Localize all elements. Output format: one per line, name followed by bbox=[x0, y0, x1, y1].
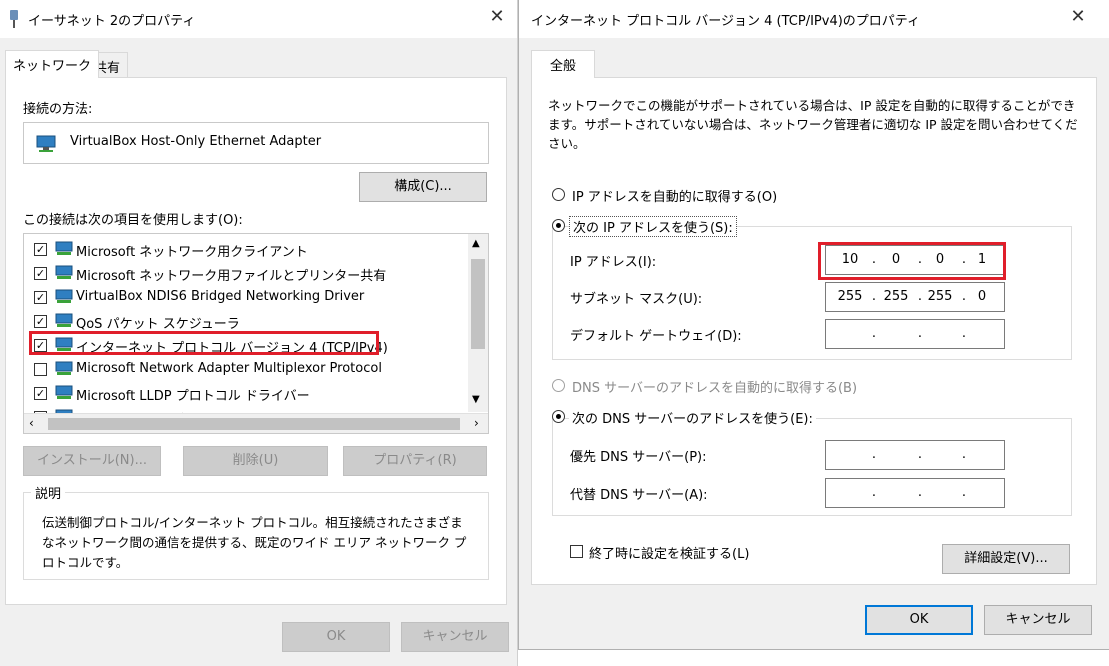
network-cable-icon bbox=[8, 10, 20, 28]
list-item-label: QoS パケット スケジューラ bbox=[76, 317, 240, 332]
auto-ip-label[interactable]: IP アドレスを自動的に取得する(O) bbox=[572, 186, 777, 205]
subnet-label: サブネット マスク(U): bbox=[570, 292, 703, 307]
subnet-octet-1: 255 bbox=[837, 289, 863, 304]
network-component-icon bbox=[54, 361, 74, 377]
ipv4-properties-dialog: インターネット プロトコル バージョン 4 (TCP/IPv4)のプロパティ ✕… bbox=[518, 0, 1109, 650]
install-button[interactable]: インストール(N)... bbox=[23, 446, 161, 476]
item-checkbox[interactable]: ✓ bbox=[34, 315, 47, 328]
item-checkbox[interactable] bbox=[34, 363, 47, 376]
list-item-label: Microsoft ネットワーク用クライアント bbox=[76, 245, 308, 260]
subnet-octet-4: 0 bbox=[977, 289, 987, 304]
auto-dns-radio[interactable] bbox=[552, 379, 565, 392]
ip-address-highlight-box bbox=[818, 242, 1006, 280]
ipv4-cancel-button[interactable]: キャンセル bbox=[984, 605, 1092, 635]
tab-network[interactable]: ネットワーク bbox=[5, 50, 100, 78]
auto-ip-radio[interactable] bbox=[552, 188, 565, 201]
preferred-dns-label: 優先 DNS サーバー(P): bbox=[570, 450, 707, 465]
ip-dot: . bbox=[871, 289, 877, 304]
list-item[interactable]: ✓ Microsoft ネットワーク用クライアント bbox=[30, 238, 464, 262]
ip-address-label: IP アドレス(I): bbox=[570, 255, 657, 270]
network-adapter-icon bbox=[36, 135, 56, 157]
scroll-right-icon[interactable]: › bbox=[474, 416, 479, 430]
preferred-dns-input[interactable]: . . . bbox=[825, 440, 1005, 470]
connect-using-label: 接続の方法: bbox=[23, 102, 93, 117]
item-checkbox[interactable]: ✓ bbox=[34, 291, 47, 304]
manual-dns-label[interactable]: 次の DNS サーバーのアドレスを使う(E): bbox=[569, 408, 816, 427]
ipv4-ok-button[interactable]: OK bbox=[865, 605, 973, 635]
description-text: 伝送制御プロトコル/インターネット プロトコル。相互接続されたさまざまなネットワ… bbox=[42, 515, 467, 570]
subnet-octet-3: 255 bbox=[927, 289, 953, 304]
list-item-label: Microsoft Network Adapter Multiplexor Pr… bbox=[76, 361, 382, 376]
configure-button[interactable]: 構成(C)... bbox=[359, 172, 487, 202]
manual-dns-radio[interactable] bbox=[552, 410, 565, 423]
ip-dot: . bbox=[917, 289, 923, 304]
horizontal-scrollbar[interactable]: ‹ › bbox=[24, 413, 488, 433]
left-cancel-button[interactable]: キャンセル bbox=[401, 622, 509, 652]
ip-dot: . bbox=[961, 326, 967, 341]
tab-panel: 接続の方法: VirtualBox Host-Only Ethernet Ada… bbox=[5, 77, 507, 605]
alternate-dns-input[interactable]: . . . bbox=[825, 478, 1005, 508]
validate-label[interactable]: 終了時に設定を検証する(L) bbox=[589, 543, 749, 562]
subnet-octet-2: 255 bbox=[883, 289, 909, 304]
adapter-box: VirtualBox Host-Only Ethernet Adapter bbox=[23, 122, 489, 164]
scroll-down-icon[interactable]: ▼ bbox=[472, 394, 480, 405]
tab-general[interactable]: 全般 bbox=[531, 50, 595, 78]
validate-checkbox[interactable] bbox=[570, 545, 583, 558]
scroll-left-icon[interactable]: ‹ bbox=[29, 416, 34, 430]
description-group: 伝送制御プロトコル/インターネット プロトコル。相互接続されたさまざまなネットワ… bbox=[23, 492, 489, 580]
scrollbar-thumb[interactable] bbox=[471, 259, 485, 349]
adapter-name: VirtualBox Host-Only Ethernet Adapter bbox=[70, 134, 322, 149]
vertical-scrollbar[interactable]: ▲ ▼ bbox=[468, 234, 488, 412]
general-tab-panel: ネットワークでこの機能がサポートされている場合は、IP 設定を自動的に取得するこ… bbox=[531, 77, 1097, 585]
item-checkbox[interactable]: ✓ bbox=[34, 267, 47, 280]
ip-dot: . bbox=[917, 447, 923, 462]
ipv4-title-bar: インターネット プロトコル バージョン 4 (TCP/IPv4)のプロパティ ✕ bbox=[519, 0, 1109, 38]
ip-dot: . bbox=[871, 485, 877, 500]
network-component-icon bbox=[54, 289, 74, 305]
items-label: この接続は次の項目を使用します(O): bbox=[23, 213, 243, 228]
list-item[interactable]: ✓ VirtualBox NDIS6 Bridged Networking Dri… bbox=[30, 286, 464, 310]
ipv4-dialog-title: インターネット プロトコル バージョン 4 (TCP/IPv4)のプロパティ bbox=[531, 14, 921, 29]
advanced-button[interactable]: 詳細設定(V)... bbox=[942, 544, 1070, 574]
item-checkbox[interactable]: ✓ bbox=[34, 243, 47, 256]
ipv4-highlight-box bbox=[29, 331, 379, 355]
list-item[interactable]: ✓ Microsoft ネットワーク用ファイルとプリンター共有 bbox=[30, 262, 464, 286]
intro-text: ネットワークでこの機能がサポートされている場合は、IP 設定を自動的に取得するこ… bbox=[548, 98, 1078, 151]
scroll-up-icon[interactable]: ▲ bbox=[472, 238, 480, 249]
properties-button[interactable]: プロパティ(R) bbox=[343, 446, 487, 476]
close-icon[interactable]: ✕ bbox=[485, 6, 509, 27]
ip-dot: . bbox=[961, 289, 967, 304]
ipv4-close-icon[interactable]: ✕ bbox=[1066, 6, 1090, 27]
list-item-label: Microsoft LLDP プロトコル ドライバー bbox=[76, 389, 310, 404]
left-ok-button[interactable]: OK bbox=[282, 622, 390, 652]
auto-dns-label[interactable]: DNS サーバーのアドレスを自動的に取得する(B) bbox=[572, 377, 857, 396]
gateway-label: デフォルト ゲートウェイ(D): bbox=[570, 329, 742, 344]
network-component-icon bbox=[54, 241, 74, 257]
network-component-icon bbox=[54, 265, 74, 281]
alternate-dns-label: 代替 DNS サーバー(A): bbox=[570, 488, 708, 503]
ip-dot: . bbox=[871, 326, 877, 341]
subnet-input[interactable]: 255 . 255 . 255 . 0 bbox=[825, 282, 1005, 312]
list-item-label: VirtualBox NDIS6 Bridged Networking Driv… bbox=[76, 289, 365, 304]
uninstall-button[interactable]: 削除(U) bbox=[183, 446, 328, 476]
list-item-label: Microsoft ネットワーク用ファイルとプリンター共有 bbox=[76, 269, 387, 284]
manual-ip-label[interactable]: 次の IP アドレスを使う(S): bbox=[569, 216, 737, 237]
dialog-title: イーサネット 2のプロパティ bbox=[28, 14, 196, 29]
ethernet-properties-dialog: イーサネット 2のプロパティ ✕ ネットワーク 共有 接続の方法: Virtua… bbox=[0, 0, 518, 666]
network-component-icon bbox=[54, 385, 74, 401]
ip-dot: . bbox=[917, 485, 923, 500]
list-item[interactable]: Microsoft Network Adapter Multiplexor Pr… bbox=[30, 358, 464, 382]
description-label: 説明 bbox=[31, 483, 66, 502]
h-scrollbar-thumb[interactable] bbox=[48, 418, 460, 430]
manual-ip-radio[interactable] bbox=[552, 219, 565, 232]
ip-dot: . bbox=[917, 326, 923, 341]
ip-dot: . bbox=[961, 447, 967, 462]
gateway-input[interactable]: . . . bbox=[825, 319, 1005, 349]
ip-dot: . bbox=[871, 447, 877, 462]
title-bar: イーサネット 2のプロパティ ✕ bbox=[0, 0, 517, 38]
network-component-icon bbox=[54, 313, 74, 329]
list-item[interactable]: ✓ Microsoft LLDP プロトコル ドライバー bbox=[30, 382, 464, 406]
ip-dot: . bbox=[961, 485, 967, 500]
item-checkbox[interactable]: ✓ bbox=[34, 387, 47, 400]
